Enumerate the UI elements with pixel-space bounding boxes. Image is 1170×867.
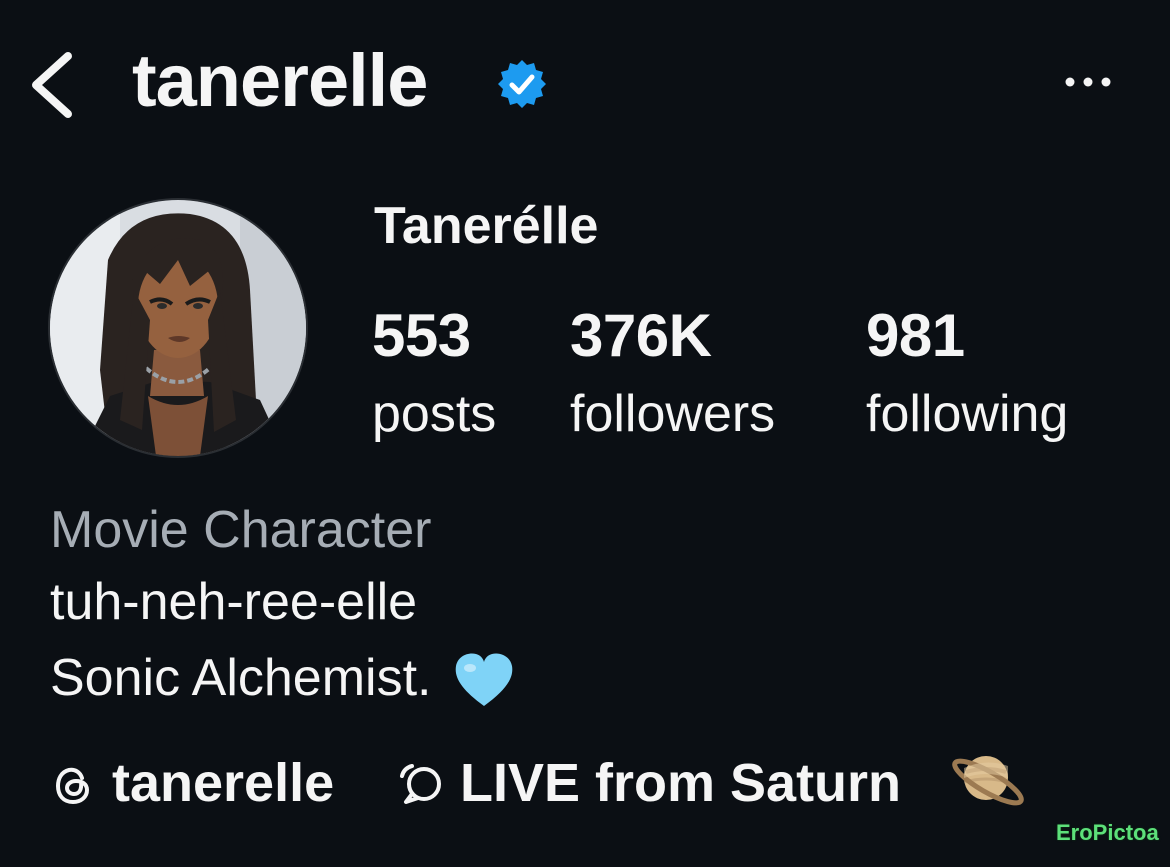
bio-line-2-text: Sonic Alchemist. (50, 649, 432, 707)
verified-badge-icon (498, 60, 546, 108)
profile-page: tanerelle Tanerélle 553 posts 376K follo… (0, 0, 1170, 867)
following-label: following (866, 385, 1069, 443)
followers-label: followers (570, 385, 776, 443)
display-name: Tanerélle (374, 197, 599, 255)
saturn-icon (952, 756, 1024, 806)
chat-bubble-icon (400, 764, 441, 804)
bio-line-2: Sonic Alchemist. (50, 646, 516, 710)
profile-username: tanerelle (132, 39, 428, 122)
live-status-text[interactable]: LIVE from Saturn (460, 756, 901, 810)
posts-stat[interactable]: 553 posts (372, 302, 497, 443)
avatar-illustration (50, 200, 306, 456)
posts-count: 553 (372, 302, 471, 369)
watermark: EroPictoa (1056, 820, 1159, 845)
bio-line-1: tuh-neh-ree-elle (50, 573, 418, 631)
threads-icon[interactable] (50, 762, 96, 808)
ellipsis-icon[interactable] (1060, 70, 1116, 94)
chevron-left-icon[interactable] (26, 50, 78, 120)
posts-label: posts (372, 385, 497, 443)
light-blue-heart-icon (455, 653, 512, 706)
followers-count: 376K (570, 302, 712, 369)
profile-avatar[interactable] (48, 198, 308, 458)
following-stat[interactable]: 981 following (866, 302, 1069, 443)
followers-stat[interactable]: 376K followers (570, 302, 776, 443)
following-count: 981 (866, 302, 965, 369)
threads-handle-link[interactable]: tanerelle (112, 756, 334, 810)
profile-category: Movie Character (50, 501, 432, 559)
